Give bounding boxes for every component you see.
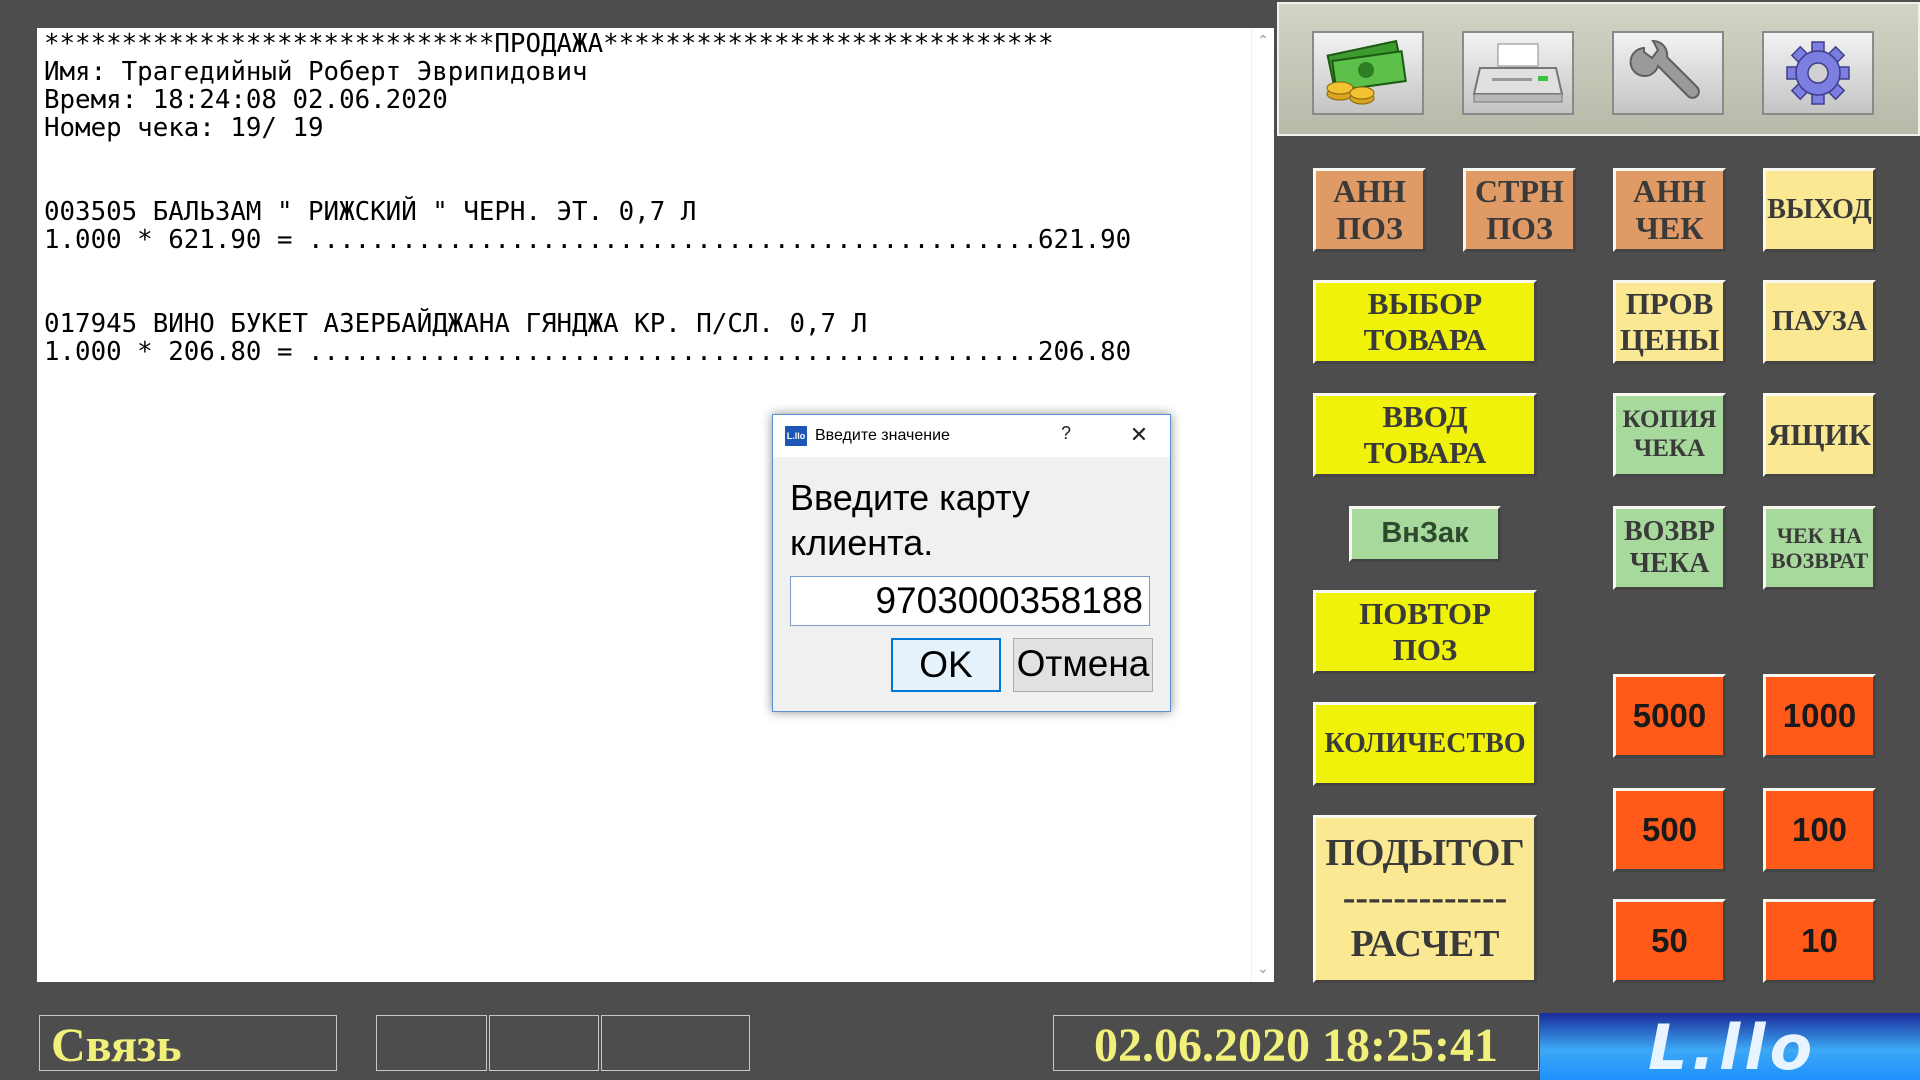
printer-icon bbox=[1472, 43, 1564, 103]
logo-text: L.llo bbox=[1648, 1013, 1817, 1080]
cancel-receipt-button[interactable]: АНН ЧЕК bbox=[1613, 168, 1726, 252]
customer-card-input[interactable] bbox=[790, 576, 1150, 626]
wrench-icon bbox=[1629, 39, 1700, 99]
receipt-line: 1.000 * 206.80 = .......................… bbox=[44, 337, 1132, 367]
receipt-line bbox=[44, 254, 1250, 282]
dialog-title: Введите значение bbox=[815, 427, 950, 444]
help-button[interactable]: ? bbox=[1055, 423, 1077, 447]
receipt-line bbox=[44, 142, 1250, 170]
receipt-line: Имя: Трагедийный Роберт Эврипидович bbox=[44, 57, 588, 87]
choose-goods-button[interactable]: ВЫБОР ТОВАРА bbox=[1313, 280, 1537, 364]
check-price-button[interactable]: ПРОВ ЦЕНЫ bbox=[1613, 280, 1726, 364]
cancel-button[interactable]: Отмена bbox=[1013, 638, 1153, 692]
exit-button[interactable]: ВЫХОД bbox=[1763, 168, 1876, 252]
receipt-copy-button[interactable]: КОПИЯ ЧЕКА bbox=[1613, 393, 1726, 477]
cash-money-icon bbox=[1326, 39, 1407, 105]
datetime-display: 02.06.2020 18:25:41 bbox=[1053, 1015, 1539, 1071]
receipt-line: 017945 ВИНО БУКЕТ АЗЕРБАЙДЖАНА ГЯНДЖА КР… bbox=[44, 309, 868, 339]
close-icon[interactable]: ✕ bbox=[1121, 421, 1157, 449]
print-button[interactable] bbox=[1462, 31, 1574, 115]
receipt-line: Время: 18:24:08 02.06.2020 bbox=[44, 85, 448, 115]
scroll-up-icon[interactable]: ⌃ bbox=[1256, 34, 1270, 48]
drawer-button[interactable]: ЯЩИК bbox=[1763, 393, 1876, 477]
top-toolbar bbox=[1277, 2, 1920, 136]
banknote-5000-button[interactable]: 5000 bbox=[1613, 674, 1726, 758]
connection-status: Связь bbox=[39, 1015, 337, 1071]
receipt-line: 003505 БАЛЬЗАМ " РИЖСКИЙ " ЧЕРН. ЭТ. 0,7… bbox=[44, 197, 697, 227]
settings-button[interactable] bbox=[1762, 31, 1874, 115]
subtotal-payment-button[interactable]: ПОДЫТОГ ------------- РАСЧЕТ bbox=[1313, 815, 1537, 983]
quantity-button[interactable]: КОЛИЧЕСТВО bbox=[1313, 702, 1537, 786]
gear-icon bbox=[1786, 41, 1850, 105]
cancel-position-button[interactable]: АНН ПОЗ bbox=[1313, 168, 1426, 252]
status-cell-2 bbox=[489, 1015, 599, 1071]
receipt-line: 1.000 * 621.90 = .......................… bbox=[44, 225, 1132, 255]
cash-button[interactable] bbox=[1312, 31, 1424, 115]
dialog-prompt: Введите карту клиента. bbox=[790, 477, 1030, 563]
banknote-500-button[interactable]: 500 bbox=[1613, 788, 1726, 872]
receipt-line: *****************************ПРОДАЖА****… bbox=[44, 30, 1054, 59]
receipt-line bbox=[44, 282, 1250, 310]
enter-goods-button[interactable]: ВВОД ТОВАРА bbox=[1313, 393, 1537, 477]
receipt-line: Номер чека: 19/ 19 bbox=[44, 113, 324, 143]
status-cell-3 bbox=[601, 1015, 750, 1071]
receipt-line bbox=[44, 170, 1250, 198]
vnzak-button[interactable]: ВнЗак bbox=[1349, 506, 1501, 562]
return-receipt-button[interactable]: ВОЗВР ЧЕКА bbox=[1613, 506, 1726, 590]
pause-button[interactable]: ПАУЗА bbox=[1763, 280, 1876, 364]
reverse-position-button[interactable]: СТРН ПОЗ bbox=[1463, 168, 1576, 252]
dialog-titlebar[interactable]: L.llo Введите значение ? ✕ bbox=[773, 415, 1170, 457]
banknote-50-button[interactable]: 50 bbox=[1613, 899, 1726, 983]
banknote-100-button[interactable]: 100 bbox=[1763, 788, 1876, 872]
app-icon: L.llo bbox=[785, 426, 807, 446]
input-dialog: L.llo Введите значение ? ✕ Введите карту… bbox=[772, 414, 1171, 712]
receipt-scrollbar[interactable]: ⌃ ⌄ bbox=[1251, 28, 1274, 982]
receipt-for-return-button[interactable]: ЧЕК НА ВОЗВРАТ bbox=[1763, 506, 1876, 590]
repeat-position-button[interactable]: ПОВТОР ПОЗ bbox=[1313, 590, 1537, 674]
banknote-10-button[interactable]: 10 bbox=[1763, 899, 1876, 983]
banknote-1000-button[interactable]: 1000 bbox=[1763, 674, 1876, 758]
scroll-down-icon[interactable]: ⌄ bbox=[1256, 962, 1270, 976]
ok-button[interactable]: OK bbox=[891, 638, 1001, 692]
status-cell-1 bbox=[376, 1015, 487, 1071]
app-logo: L.llo bbox=[1540, 1013, 1920, 1080]
service-button[interactable] bbox=[1612, 31, 1724, 115]
